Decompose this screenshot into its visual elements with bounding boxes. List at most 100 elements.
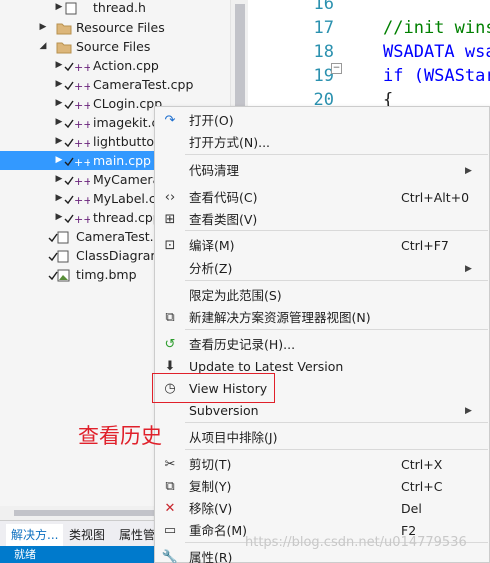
menu-item-label: 新建解决方案资源管理器视图(N) [189, 310, 371, 325]
tree-item-thread-h[interactable]: ▶ thread.h [0, 0, 230, 17]
view-code-icon: ‹› [164, 190, 176, 205]
cpp-file-icon: ++ [64, 173, 92, 188]
svg-text:++: ++ [74, 99, 90, 111]
resource-file-icon [48, 230, 69, 244]
menu-separator [185, 422, 488, 423]
compile-icon: ⊡ [164, 238, 176, 253]
cpp-file-icon: ++ [64, 211, 92, 226]
menu-item-7[interactable]: 分析(Z) ▶ [155, 258, 489, 280]
class-diagram-icon: ⊞ [164, 212, 176, 227]
tree-item-label: CLogin.cpp [93, 96, 163, 111]
context-menu: ↷ 打开(O) 打开方式(N)... 代码清理 ▶ ‹› 查看代码(C) Ctrl+Alt+0… [154, 106, 490, 563]
menu-item-10[interactable]: ↺ 查看历史记录(H)... [155, 334, 489, 356]
menu-item-label: 分析(Z) [189, 261, 233, 276]
svg-text:++: ++ [74, 194, 90, 206]
menu-item-8[interactable]: 限定为此范围(S) [155, 285, 489, 307]
menu-item-label: 移除(V) [189, 501, 233, 516]
tab-class-view[interactable]: 类视图 [64, 524, 110, 546]
expand-arrow-icon[interactable]: ▶ [54, 56, 64, 75]
expand-arrow-icon[interactable]: ▶ [54, 75, 64, 94]
svg-text:++: ++ [74, 137, 90, 149]
rename-icon: ▭ [163, 523, 177, 538]
menu-item-17[interactable]: ✕ 移除(V) Del [155, 498, 489, 520]
menu-item-6[interactable]: ⊡ 编译(M) Ctrl+F7 [155, 235, 489, 257]
tree-item-label: thread.cpp [93, 210, 161, 225]
tree-item-label: CameraTest.r [76, 229, 159, 244]
svg-text:++: ++ [74, 61, 90, 73]
code-line[interactable]: if (WSAStar [383, 66, 490, 86]
expand-arrow-icon[interactable]: ▶ [54, 113, 64, 132]
folder-icon [56, 40, 72, 54]
expand-arrow-icon[interactable]: ▶ [54, 189, 64, 208]
tree-item-label: timg.bmp [76, 267, 137, 282]
tree-item-label: main.cpp [93, 153, 151, 168]
menu-item-4[interactable]: ‹› 查看代码(C) Ctrl+Alt+0 [155, 187, 489, 209]
view-history-highlight-box [152, 373, 275, 403]
menu-item-label: 复制(Y) [189, 479, 232, 494]
menu-item-15[interactable]: ✂ 剪切(T) Ctrl+X [155, 454, 489, 476]
menu-item-label: 代码清理 [189, 163, 240, 178]
menu-item-label: 查看类图(V) [189, 212, 258, 227]
menu-item-3[interactable]: 代码清理 ▶ [155, 160, 489, 182]
menu-item-13[interactable]: Subversion ▶ [155, 400, 489, 422]
menu-separator [185, 280, 488, 281]
remove-icon: ✕ [164, 501, 176, 516]
code-line[interactable]: WSADATA wsa [383, 42, 490, 62]
open-icon: ↷ [164, 113, 176, 128]
cpp-file-icon: ++ [64, 78, 92, 93]
tree-item-action-cpp[interactable]: ▶ ++ Action.cpp [0, 56, 230, 75]
menu-item-2[interactable]: 打开方式(N)... [155, 132, 489, 154]
menu-item-5[interactable]: ⊞ 查看类图(V) [155, 209, 489, 231]
collapse-toggle[interactable]: − [331, 63, 342, 74]
menu-separator [185, 154, 488, 155]
menu-item-shortcut: Ctrl+Alt+0 [401, 190, 470, 205]
svg-text:++: ++ [74, 175, 90, 187]
cpp-file-icon: ++ [64, 154, 92, 169]
code-line[interactable]: //init wins [383, 18, 490, 38]
menu-item-14[interactable]: 从项目中排除(J) [155, 427, 489, 449]
expand-arrow-icon[interactable]: ▶ [54, 151, 64, 170]
line-number: 17 [313, 18, 334, 38]
line-number: 18 [313, 42, 334, 62]
expand-arrow-icon[interactable]: ▶ [38, 18, 48, 37]
tree-item-source-files[interactable]: ◢ Source Files [0, 37, 230, 56]
expand-arrow-icon[interactable]: ▶ [54, 0, 64, 17]
menu-item-label: 查看代码(C) [189, 190, 258, 205]
cpp-file-icon: ++ [64, 135, 92, 150]
cpp-file-icon: ++ [64, 192, 92, 207]
menu-item-1[interactable]: ↷ 打开(O) [155, 110, 489, 132]
expand-arrow-icon[interactable]: ◢ [38, 37, 48, 56]
menu-separator [185, 329, 488, 330]
svg-text:++: ++ [74, 80, 90, 92]
menu-item-label: 剪切(T) [189, 457, 232, 472]
expand-arrow-icon[interactable]: ▶ [54, 132, 64, 151]
tree-item-label: imagekit.c [93, 115, 159, 130]
copy-icon: ⧉ [165, 479, 175, 494]
menu-item-16[interactable]: ⧉ 复制(Y) Ctrl+C [155, 476, 489, 498]
tab-solution-explorer[interactable]: 解决方... [6, 524, 64, 546]
submenu-arrow-icon: ▶ [465, 406, 472, 416]
menu-item-9[interactable]: ⧉ 新建解决方案资源管理器视图(N) [155, 307, 489, 329]
tree-item-label: MyCamera [93, 172, 161, 187]
tree-item-label: CameraTest.cpp [93, 77, 194, 92]
menu-item-shortcut: Ctrl+X [401, 457, 443, 472]
menu-separator [185, 449, 488, 450]
cpp-file-icon: ++ [64, 59, 92, 74]
menu-item-label: 编译(M) [189, 238, 235, 253]
expand-arrow-icon[interactable]: ▶ [54, 208, 64, 227]
tree-item-resource-files[interactable]: ▶ Resource Files [0, 18, 230, 37]
tree-item-label: Resource Files [76, 20, 165, 35]
menu-item-shortcut: Ctrl+C [401, 479, 443, 494]
menu-item-label: 打开方式(N)... [189, 135, 271, 150]
expand-arrow-icon[interactable]: ▶ [54, 94, 64, 113]
scrollbar-thumb[interactable] [14, 510, 154, 516]
tree-item-cameratest-cpp[interactable]: ▶ ++ CameraTest.cpp [0, 75, 230, 94]
svg-text:++: ++ [74, 118, 90, 130]
tree-item-label: thread.h [93, 0, 146, 15]
expand-arrow-icon[interactable]: ▶ [54, 170, 64, 189]
menu-item-label: 查看历史记录(H)... [189, 337, 296, 352]
menu-item-label: 从项目中排除(J) [189, 430, 278, 445]
submenu-arrow-icon: ▶ [465, 264, 472, 274]
image-file-icon [48, 268, 70, 282]
line-number: 16 [313, 0, 334, 14]
